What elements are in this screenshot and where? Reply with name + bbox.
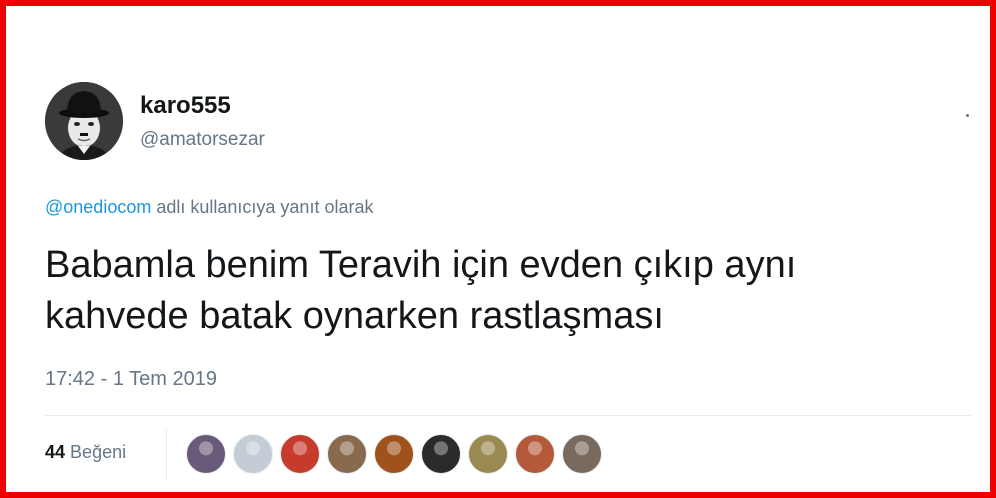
reply-mention-link[interactable]: @onediocom [45,197,151,217]
display-name[interactable]: karo555 [140,92,231,120]
user-avatar[interactable] [45,82,123,160]
user-handle[interactable]: @amatorsezar [140,129,265,151]
liker-avatar[interactable] [421,434,461,474]
liker-avatar[interactable] [280,434,320,474]
tweet-card: karo555 @amatorsezar @onediocom adlı kul… [0,0,996,498]
dot-mark [966,114,969,117]
liker-avatar[interactable] [515,434,555,474]
liker-avatar[interactable] [186,434,226,474]
tweet-text-line: kahvede batak oynarken rastlaşması [45,295,664,337]
tweet-text-line: Babamla benim Teravih için evden çıkıp a… [45,244,797,286]
liker-avatar[interactable] [374,434,414,474]
like-count: 44 [45,442,66,462]
avatar-image [45,82,123,160]
liker-avatar[interactable] [233,434,273,474]
liker-avatar[interactable] [468,434,508,474]
reply-context: @onediocom adlı kullanıcıya yanıt olarak [45,197,373,218]
reply-context-text: adlı kullanıcıya yanıt olarak [156,197,374,217]
tweet-timestamp[interactable]: 17:42 - 1 Tem 2019 [45,368,217,391]
stats-separator [166,429,167,479]
tweet-text: Babamla benim Teravih için evden çıkıp a… [45,240,965,342]
liker-avatar[interactable] [562,434,602,474]
like-label: Beğeni [70,442,127,462]
divider [45,415,971,416]
likes-stat[interactable]: 44 Beğeni [45,442,126,463]
liker-avatar[interactable] [327,434,367,474]
